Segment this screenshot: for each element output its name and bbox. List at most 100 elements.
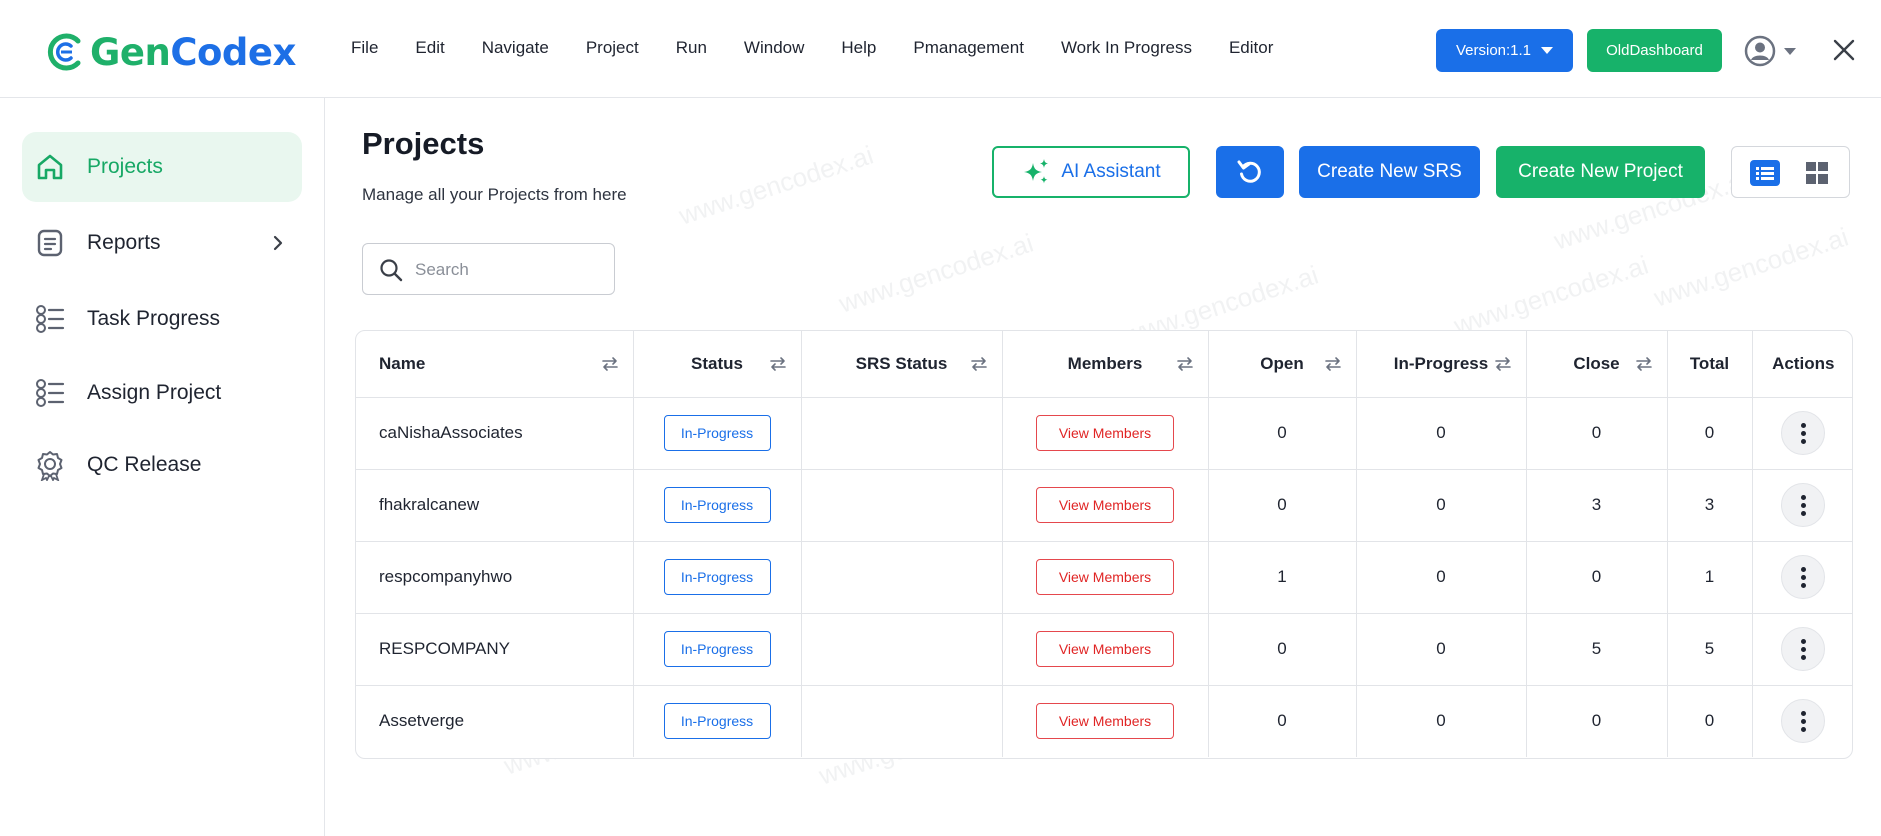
sidebar-item-label: Assign Project [87, 381, 222, 404]
app-logo[interactable]: GenCodex [44, 30, 296, 74]
sort-icon[interactable] [601, 355, 619, 373]
menu-file[interactable]: File [351, 38, 378, 58]
view-members-button[interactable]: View Members [1036, 415, 1174, 451]
in-progress-count: 0 [1356, 613, 1527, 686]
column-header-srs-status[interactable]: SRS Status [801, 331, 1003, 398]
actions-cell [1752, 613, 1852, 686]
status-badge: In-Progress [663, 415, 771, 451]
menu-run[interactable]: Run [676, 38, 707, 58]
user-avatar-icon [1744, 35, 1776, 67]
table-row[interactable]: respcompanyhwo In-Progress View Members … [356, 541, 1852, 614]
old-dashboard-button[interactable]: OldDashboard [1587, 29, 1722, 72]
report-icon [37, 229, 63, 257]
sidebar-item-assign-project[interactable]: Assign Project [22, 358, 302, 428]
column-header-members[interactable]: Members [1002, 331, 1209, 398]
menu-editor[interactable]: Editor [1229, 38, 1273, 58]
sparkle-icon [1024, 159, 1049, 184]
column-header-name[interactable]: Name [356, 331, 634, 398]
more-actions-icon[interactable] [1781, 555, 1826, 599]
menu-project[interactable]: Project [586, 38, 639, 58]
view-members-button[interactable]: View Members [1036, 559, 1174, 595]
page-subtitle: Manage all your Projects from here [362, 185, 627, 204]
sort-icon[interactable] [769, 355, 787, 373]
sidebar-item-reports[interactable]: Reports [22, 208, 302, 278]
menu-pmanagement[interactable]: Pmanagement [913, 38, 1024, 58]
in-progress-count: 0 [1356, 469, 1527, 542]
version-label: Version:1.1 [1455, 42, 1532, 59]
menu-work-in-progress[interactable]: Work In Progress [1061, 38, 1192, 58]
status-cell: In-Progress [633, 541, 802, 614]
more-actions-icon[interactable] [1781, 411, 1826, 455]
close-count: 0 [1526, 397, 1668, 470]
table-row[interactable]: RESPCOMPANY In-Progress View Members 0 0… [356, 613, 1852, 686]
more-actions-icon[interactable] [1781, 699, 1826, 744]
logo-text: GenCodex [90, 30, 296, 74]
ai-assistant-label: AI Assistant [1061, 161, 1161, 182]
sidebar-item-label: Projects [87, 155, 163, 178]
column-header-close[interactable]: Close [1526, 331, 1668, 398]
open-count: 0 [1208, 397, 1357, 470]
project-name[interactable]: caNishaAssociates [356, 397, 634, 470]
sort-icon[interactable] [1494, 355, 1512, 373]
caret-down-icon [1784, 47, 1796, 55]
table-row[interactable]: fhakralcanew In-Progress View Members 0 … [356, 469, 1852, 542]
search-input[interactable] [415, 256, 605, 284]
grid-view-icon[interactable] [1804, 160, 1830, 186]
project-name[interactable]: Assetverge [356, 685, 634, 757]
srs-status-cell [801, 469, 1003, 542]
status-badge: In-Progress [663, 631, 771, 667]
table-row[interactable]: caNishaAssociates In-Progress View Membe… [356, 397, 1852, 470]
menu-edit[interactable]: Edit [415, 38, 444, 58]
ai-assistant-button[interactable]: AI Assistant [992, 146, 1190, 198]
project-name[interactable]: respcompanyhwo [356, 541, 634, 614]
table-row[interactable]: Assetverge In-Progress View Members 0 0 … [356, 685, 1852, 757]
list-view-icon [1756, 167, 1774, 180]
watermark-text: www.gencodex.ai [1650, 221, 1852, 313]
view-members-button[interactable]: View Members [1036, 703, 1174, 740]
open-count: 1 [1208, 541, 1357, 614]
search-box[interactable] [362, 243, 615, 295]
total-count: 0 [1667, 397, 1753, 470]
view-members-button[interactable]: View Members [1036, 487, 1174, 523]
create-new-srs-button[interactable]: Create New SRS [1299, 146, 1480, 198]
sidebar-item-qc-release[interactable]: QC Release [22, 430, 302, 500]
chevron-right-icon [273, 235, 283, 251]
refresh-button[interactable] [1216, 146, 1284, 198]
sidebar: Projects Reports Task Progress Assign Pr… [0, 98, 325, 836]
status-badge: In-Progress [663, 703, 771, 740]
status-cell: In-Progress [633, 685, 802, 757]
create-new-project-button[interactable]: Create New Project [1496, 146, 1705, 198]
view-members-button[interactable]: View Members [1036, 631, 1174, 667]
srs-status-cell [801, 685, 1003, 757]
sort-icon[interactable] [1176, 355, 1194, 373]
close-count: 5 [1526, 613, 1668, 686]
list-view-button[interactable] [1750, 160, 1780, 186]
members-cell: View Members [1002, 685, 1209, 757]
total-count: 5 [1667, 613, 1753, 686]
menu-navigate[interactable]: Navigate [482, 38, 549, 58]
menu-help[interactable]: Help [841, 38, 876, 58]
more-actions-icon[interactable] [1781, 483, 1826, 527]
project-name[interactable]: fhakralcanew [356, 469, 634, 542]
sidebar-item-label: Reports [87, 231, 161, 254]
column-header-open[interactable]: Open [1208, 331, 1357, 398]
column-header-status[interactable]: Status [633, 331, 802, 398]
sidebar-item-projects[interactable]: Projects [22, 132, 302, 202]
actions-cell [1752, 541, 1852, 614]
view-toggle [1731, 146, 1850, 198]
column-header-in-progress[interactable]: In-Progress [1356, 331, 1527, 398]
sidebar-item-task-progress[interactable]: Task Progress [22, 284, 302, 354]
menu-window[interactable]: Window [744, 38, 804, 58]
status-badge: In-Progress [663, 487, 771, 523]
more-actions-icon[interactable] [1781, 627, 1826, 671]
watermark-text: www.gencodex.ai [835, 227, 1037, 319]
sort-icon[interactable] [970, 355, 988, 373]
refresh-icon [1237, 160, 1261, 183]
close-icon[interactable] [1830, 36, 1858, 64]
open-count: 0 [1208, 685, 1357, 757]
sort-icon[interactable] [1635, 355, 1653, 373]
user-menu[interactable] [1744, 34, 1796, 68]
version-dropdown-button[interactable]: Version:1.1 [1436, 29, 1573, 72]
sort-icon[interactable] [1324, 355, 1342, 373]
project-name[interactable]: RESPCOMPANY [356, 613, 634, 686]
